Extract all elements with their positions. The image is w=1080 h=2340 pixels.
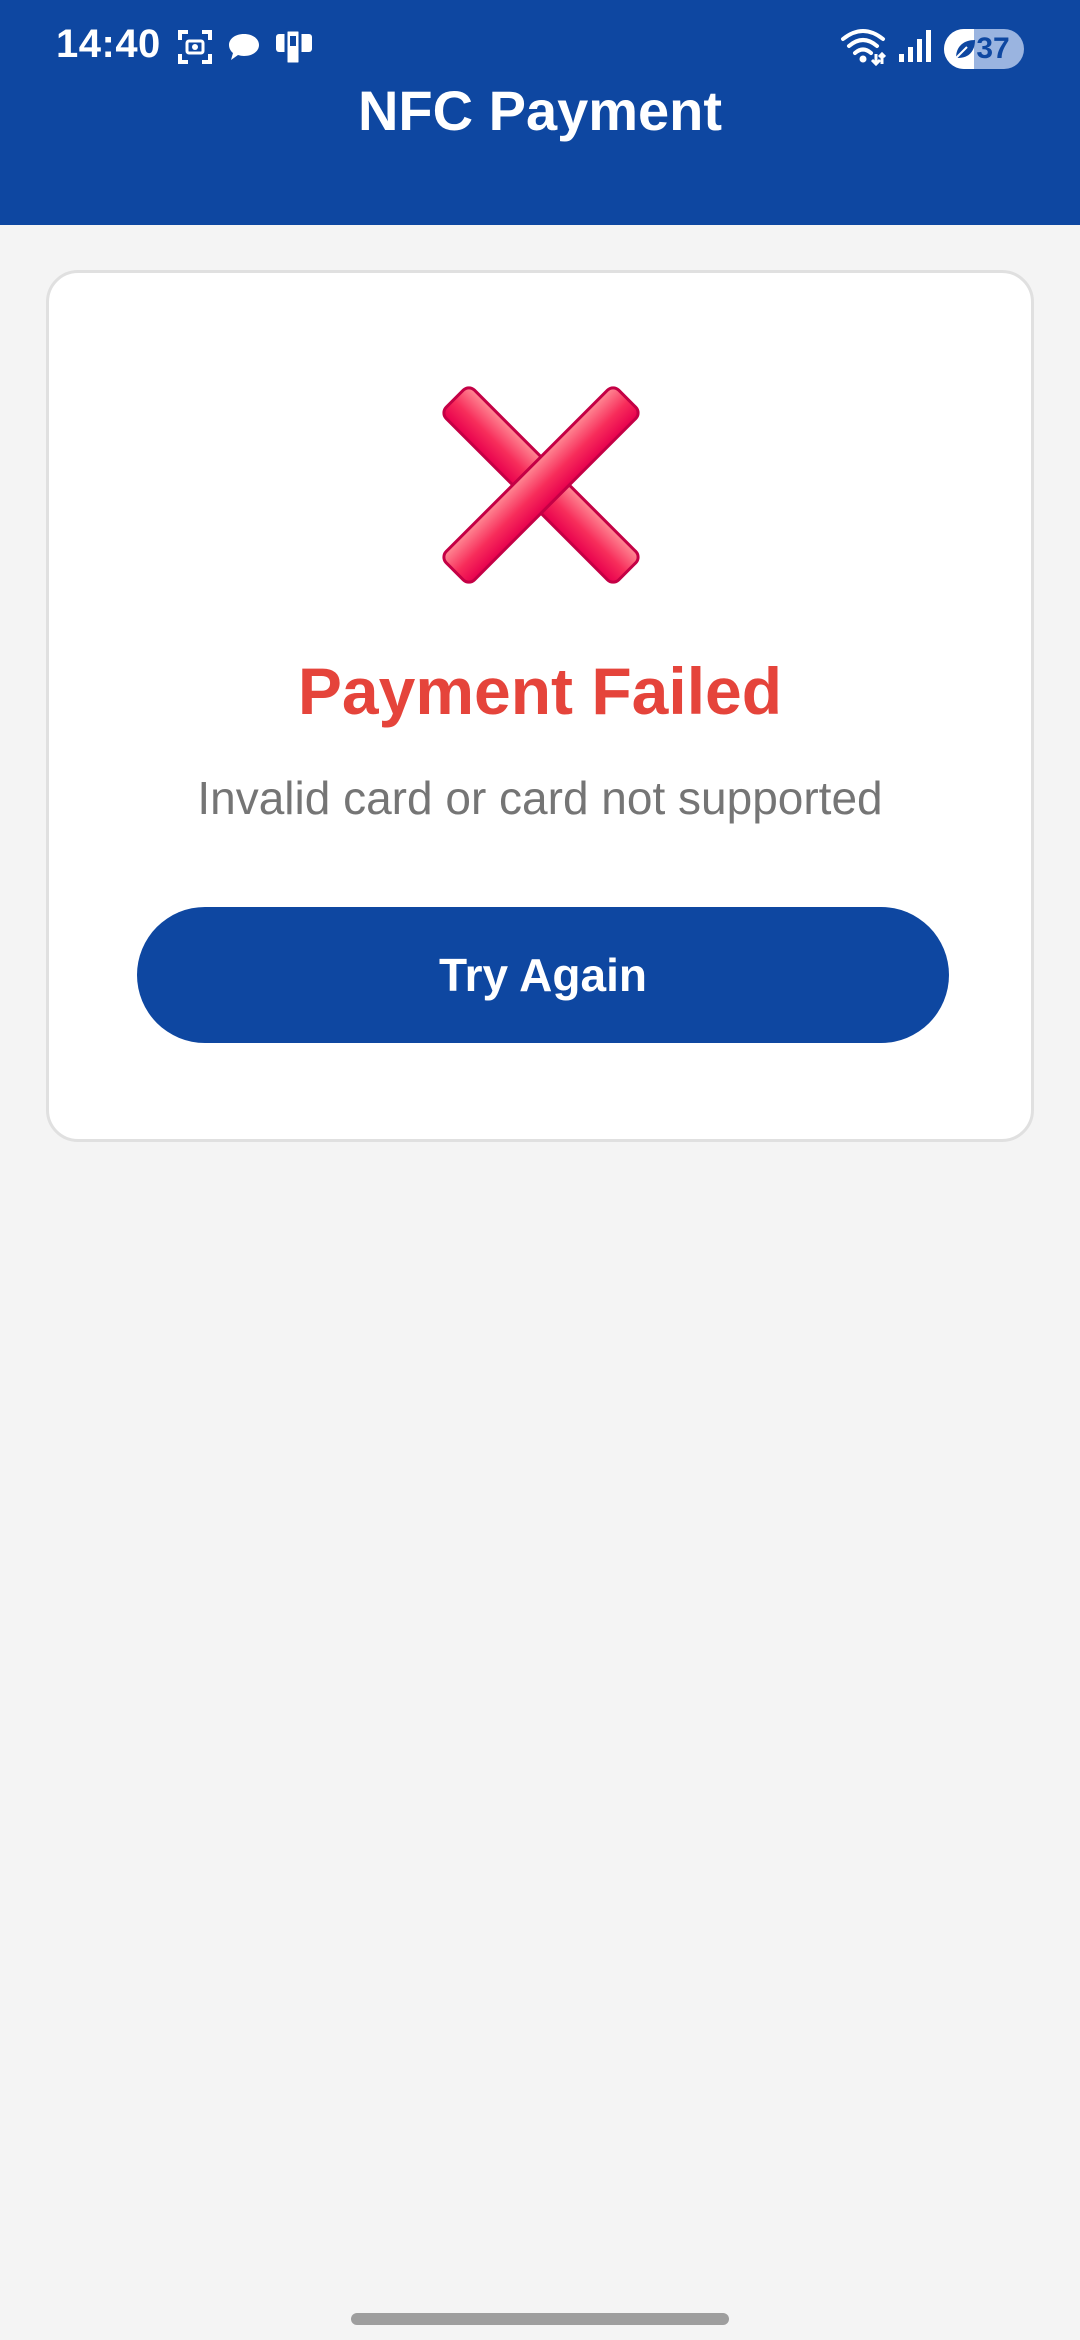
status-time: 14:40 [56, 22, 161, 66]
signal-icon [898, 28, 932, 69]
wifi-icon [840, 26, 887, 71]
cross-mark-icon [439, 383, 643, 587]
battery-indicator: 37 [944, 28, 1024, 69]
status-system-icons: 37 [840, 26, 1024, 71]
payment-status-title: Payment Failed [297, 654, 783, 728]
battery-saver-icon [952, 36, 978, 67]
status-notification-icons [176, 28, 314, 66]
try-again-button[interactable]: Try Again [137, 907, 949, 1043]
nfc-reader-icon [274, 28, 314, 66]
payment-result-card: Payment Failed Invalid card or card not … [46, 270, 1034, 1142]
page-title: NFC Payment [357, 79, 723, 142]
home-indicator[interactable] [351, 2313, 729, 2325]
payment-error-message: Invalid card or card not supported [197, 772, 883, 824]
app-header: 14:40 37 NFC Payment [0, 0, 1080, 225]
screenshot-icon [176, 28, 214, 66]
chat-bubble-icon [226, 29, 262, 65]
